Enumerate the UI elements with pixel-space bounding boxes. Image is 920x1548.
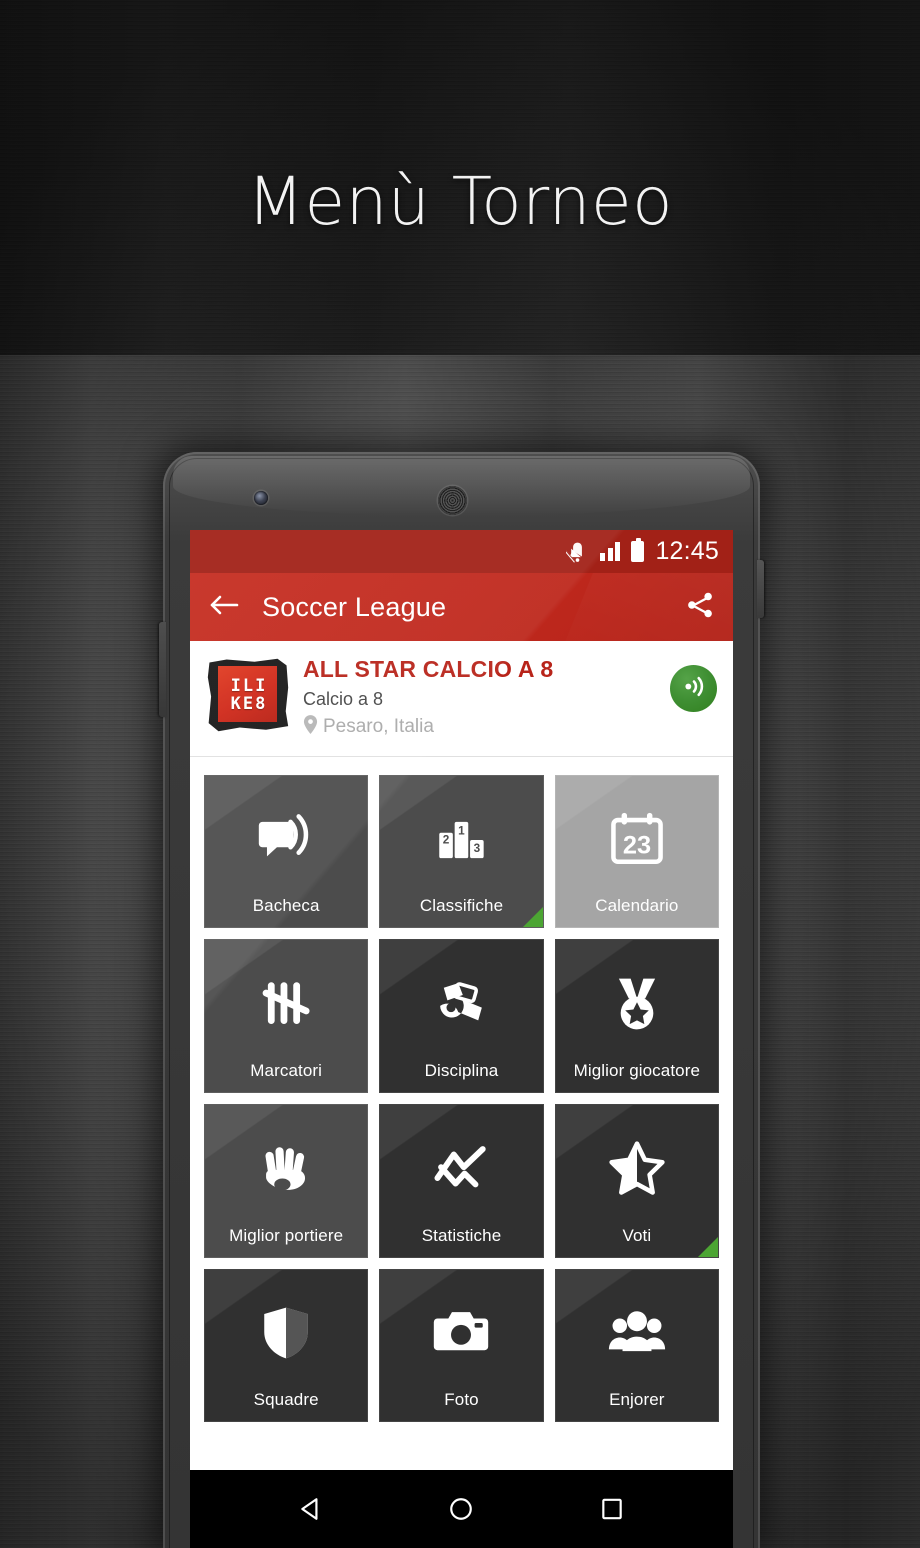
battery-icon [631, 538, 645, 562]
tile-label: Enjorer [609, 1390, 665, 1410]
tile-label: Miglior giocatore [573, 1061, 701, 1081]
tile-new-flag [522, 907, 543, 928]
whistle-card-icon [380, 940, 542, 1062]
tile-disciplina[interactable]: Disciplina [379, 939, 544, 1094]
tile-voti[interactable]: Voti [554, 1104, 719, 1258]
share-icon[interactable] [685, 590, 715, 625]
tournament-header-card[interactable]: ILI KE8 ALL STAR CALCIO A 8 Calcio a 8 P… [190, 641, 733, 757]
phone-mockup: 12:45 Soccer League ILI KE8 ALL STAR CAL… [159, 452, 764, 1548]
tile-marcatori[interactable]: Marcatori [204, 939, 369, 1094]
page-title: Menù Torneo [247, 163, 673, 240]
tile-label: Calendario [595, 896, 679, 916]
tile-label: Bacheca [252, 896, 320, 916]
tile-statistiche[interactable]: Statistiche [379, 1104, 544, 1258]
medal-star-icon [556, 940, 718, 1062]
goalkeeper-glove-icon [205, 1105, 367, 1227]
svg-text:3: 3 [474, 841, 481, 854]
nav-back-triangle-icon[interactable] [298, 1496, 324, 1522]
status-bar: 12:45 [190, 530, 733, 573]
tile-label: Squadre [253, 1390, 319, 1410]
tile-label: Statistiche [421, 1225, 502, 1245]
broadcast-message-icon [205, 776, 367, 898]
tile-label: Marcatori [250, 1061, 323, 1081]
phone-screen: 12:45 Soccer League ILI KE8 ALL STAR CAL… [190, 530, 733, 1548]
svg-text:2: 2 [443, 833, 450, 846]
tournament-name: ALL STAR CALCIO A 8 [303, 656, 554, 682]
logo-text-line1: ILI [230, 675, 268, 696]
tile-new-flag [697, 1236, 718, 1257]
android-nav-bar [190, 1470, 733, 1548]
podium-icon: 2 1 3 [380, 776, 542, 898]
logo-text: ILI KE8 [207, 658, 289, 732]
menu-grid: Bacheca 2 1 3 Classifiche 23 Calendario … [204, 774, 719, 1423]
tile-label: Miglior portiere [229, 1225, 344, 1245]
live-broadcast-button[interactable] [670, 665, 717, 712]
mute-icon [566, 540, 589, 564]
people-group-icon [556, 1270, 718, 1392]
shield-icon [205, 1270, 367, 1392]
front-camera-icon [254, 491, 268, 505]
tournament-logo: ILI KE8 [207, 658, 289, 732]
tile-label: Foto [444, 1390, 479, 1410]
back-arrow-icon[interactable] [208, 591, 240, 624]
tournament-location: Pesaro, Italia [303, 714, 656, 740]
svg-text:1: 1 [459, 824, 466, 837]
camera-icon [380, 1270, 542, 1392]
nav-recents-square-icon[interactable] [599, 1496, 625, 1522]
tile-bacheca[interactable]: Bacheca [204, 774, 369, 929]
broadcast-icon [680, 673, 707, 705]
tile-label: Voti [622, 1225, 652, 1245]
tile-miglior-portiere[interactable]: Miglior portiere [204, 1104, 369, 1258]
menu-grid-wrapper: Bacheca 2 1 3 Classifiche 23 Calendario … [190, 756, 733, 1439]
nav-home-circle-icon[interactable] [448, 1496, 474, 1522]
tile-enjorer[interactable]: Enjorer [554, 1268, 719, 1423]
app-bar: Soccer League [190, 573, 733, 641]
map-pin-icon [303, 714, 318, 740]
signal-bars-icon [600, 542, 621, 561]
tile-calendario[interactable]: 23 Calendario [554, 774, 719, 929]
app-bar-title: Soccer League [262, 591, 447, 622]
logo-text-line2: KE8 [230, 693, 268, 714]
tournament-sport: Calcio a 8 [303, 688, 384, 709]
tile-miglior-giocatore[interactable]: Miglior giocatore [554, 939, 719, 1094]
tile-classifiche[interactable]: 2 1 3 Classifiche [379, 774, 544, 929]
tile-label: Disciplina [424, 1061, 499, 1081]
status-bar-clock: 12:45 [655, 537, 719, 565]
tile-squadre[interactable]: Squadre [204, 1268, 369, 1423]
svg-text:23: 23 [623, 831, 651, 859]
tournament-location-label: Pesaro, Italia [323, 716, 434, 738]
tile-label: Classifiche [419, 896, 504, 916]
calendar-23-icon: 23 [556, 776, 718, 898]
line-chart-icon [380, 1105, 542, 1227]
earpiece-speaker-icon [438, 486, 467, 515]
tile-foto[interactable]: Foto [379, 1268, 544, 1423]
half-star-icon [556, 1105, 718, 1227]
tally-marks-icon [205, 940, 367, 1062]
power-button[interactable] [757, 560, 764, 618]
tournament-info: ALL STAR CALCIO A 8 Calcio a 8 Pesaro, I… [303, 655, 656, 740]
volume-button[interactable] [159, 622, 166, 717]
